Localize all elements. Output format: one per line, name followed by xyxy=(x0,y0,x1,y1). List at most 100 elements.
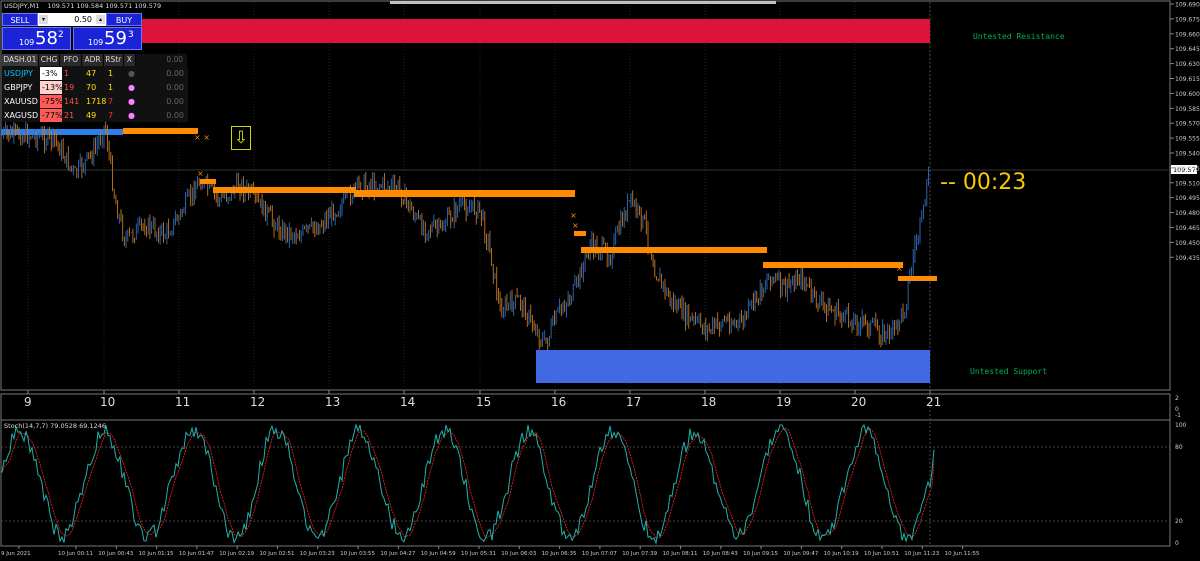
level-line xyxy=(898,276,937,281)
day-label: 13 xyxy=(325,395,340,409)
ohlc-values: 109.571 109.584 109.571 109.579 xyxy=(47,2,162,10)
resistance-label: Untested Resistance xyxy=(973,32,1065,41)
stoch-level-label: 80 xyxy=(1175,444,1183,451)
day-label: 20 xyxy=(851,395,866,409)
chart-header: USDJPY,M1 109.571 109.584 109.571 109.57… xyxy=(4,2,161,10)
time-axis: 9 Jun 2021 10 Jun 00:11 10 Jun 00:43 10 Jun… xyxy=(1,546,980,557)
stoch-level-label: 0 xyxy=(1175,540,1179,547)
time-label: 10 Jun 00:43 xyxy=(98,551,133,557)
lot-increase-icon[interactable]: ▴ xyxy=(96,15,105,24)
price-label: 109.690 xyxy=(1175,2,1200,9)
stoch-axis: 100 80 20 0 xyxy=(1175,422,1187,547)
price-label: 109.495 xyxy=(1175,195,1200,202)
buy-price-button[interactable]: 109 59 3 xyxy=(73,27,142,50)
buy-price-sup: 3 xyxy=(128,30,134,40)
dashboard-row[interactable]: XAGUSD -77% 21 49 7 ● 0.00 xyxy=(2,108,188,122)
buy-button[interactable]: BUY xyxy=(106,13,142,26)
dashboard-title: DASH.01 xyxy=(2,54,39,66)
header-rstr[interactable]: RStr xyxy=(103,54,124,66)
price-label: 109.510 xyxy=(1175,180,1200,187)
price-label: 109.585 xyxy=(1175,106,1200,113)
buy-price-prefix: 109 xyxy=(88,38,104,47)
dashboard-cell-pfo: 141 xyxy=(62,95,84,108)
dashboard-rows: USDJPY -3% 1 47 1 ● 0.00 GBPJPY -13% 19 70 1 ● 0.00 XA… xyxy=(2,66,188,122)
price-label: 109.540 xyxy=(1175,151,1200,158)
price-label: 109.615 xyxy=(1175,76,1200,83)
resistance-zone xyxy=(141,19,930,43)
level-marker: × × xyxy=(194,133,210,142)
sell-price-button[interactable]: 109 58 2 xyxy=(2,27,71,50)
support-zone xyxy=(536,350,930,383)
price-label: 109.450 xyxy=(1175,240,1200,247)
day-label: 19 xyxy=(776,395,791,409)
day-label: 17 xyxy=(626,395,641,409)
dashboard-cell-chg: -13% xyxy=(40,81,62,94)
sell-button[interactable]: SELL xyxy=(2,13,38,26)
price-label: 109.675 xyxy=(1175,16,1200,23)
day-label: 10 xyxy=(100,395,115,409)
chart-scrollbar[interactable] xyxy=(390,1,776,4)
time-label: 10 Jun 01:15 xyxy=(139,551,174,557)
separator-label: -1 xyxy=(1175,412,1181,419)
dashboard-header: DASH.01 CHG PFO ADR RStr X 0.00 xyxy=(2,54,189,66)
price-label: 109.630 xyxy=(1175,61,1200,68)
dashboard-cell-symbol: USDJPY xyxy=(2,67,40,80)
dashboard-cell-rstr: 1 xyxy=(106,81,126,94)
time-label: 10 Jun 05:31 xyxy=(461,551,496,557)
stoch-level-label: 20 xyxy=(1175,518,1183,525)
dashboard-panel: DASH.01 CHG PFO ADR RStr X 0.00 USDJPY -3… xyxy=(2,54,189,122)
dashboard-row[interactable]: GBPJPY -13% 19 70 1 ● 0.00 xyxy=(2,80,188,94)
dashboard-cell-value: 0.00 xyxy=(138,95,188,108)
time-label: 10 Jun 04:59 xyxy=(421,551,456,557)
price-label: 109.645 xyxy=(1175,46,1200,53)
dashboard-cell-symbol: XAGUSD xyxy=(2,109,40,122)
dashboard-cell-x: ● xyxy=(126,67,138,80)
level-line xyxy=(213,187,356,193)
dashboard-cell-rstr: 7 xyxy=(106,109,126,122)
level-line xyxy=(763,262,903,268)
price-label: 109.480 xyxy=(1175,210,1200,217)
time-label: 10 Jun 02:19 xyxy=(219,551,254,557)
day-label: 15 xyxy=(476,395,491,409)
price-label: 109.525 xyxy=(1175,165,1200,172)
price-label: 109.555 xyxy=(1175,136,1200,143)
down-arrow-icon: ⇩ xyxy=(231,126,251,150)
time-label: 10 Jun 06:03 xyxy=(501,551,536,557)
level-lines: × × × × × × xyxy=(123,128,937,281)
time-label: 10 Jun 08:11 xyxy=(663,551,698,557)
dashboard-cell-adr: 47 xyxy=(84,67,106,80)
time-label: 10 Jun 10:19 xyxy=(824,551,859,557)
level-marker: × xyxy=(197,169,204,178)
dashboard-cell-pfo: 21 xyxy=(62,109,84,122)
day-label: 16 xyxy=(551,395,566,409)
time-label: 10 Jun 09:47 xyxy=(783,551,818,557)
dashboard-cell-pfo: 1 xyxy=(62,67,84,80)
stochastic-label: Stoch(14,7,7) 79.0528 69.1246 xyxy=(4,422,106,430)
separator-axis: 20-1 xyxy=(1175,395,1181,419)
price-label: 109.465 xyxy=(1175,225,1200,232)
dashboard-cell-adr: 70 xyxy=(84,81,106,94)
header-adr[interactable]: ADR xyxy=(82,54,104,66)
time-label: 10 Jun 07:39 xyxy=(622,551,657,557)
dashboard-cell-rstr: 1 xyxy=(106,67,126,80)
dashboard-cell-rstr: 7 xyxy=(106,95,126,108)
header-chg[interactable]: CHG xyxy=(38,54,61,66)
dashboard-cell-chg: -3% xyxy=(40,67,62,80)
level-marker: × xyxy=(896,264,903,273)
time-label: 10 Jun 00:11 xyxy=(58,551,93,557)
sell-price-sup: 2 xyxy=(58,30,64,40)
lot-decrease-icon[interactable]: ▾ xyxy=(39,15,48,24)
day-label: 12 xyxy=(250,395,265,409)
day-label: 18 xyxy=(701,395,716,409)
dashboard-cell-symbol: GBPJPY xyxy=(2,81,40,94)
header-pfo[interactable]: PFO xyxy=(60,54,83,66)
dashboard-cell-pfo: 19 xyxy=(62,81,84,94)
time-label: 10 Jun 01:47 xyxy=(179,551,214,557)
stochastic-panel-frame xyxy=(0,419,1171,547)
header-close[interactable]: X xyxy=(123,54,136,66)
dashboard-row[interactable]: USDJPY -3% 1 47 1 ● 0.00 xyxy=(2,66,188,80)
time-label: 10 Jun 08:43 xyxy=(703,551,738,557)
dashboard-row[interactable]: XAUUSD -75% 141 1718 7 ● 0.00 xyxy=(2,94,188,108)
buy-price-big: 59 xyxy=(104,28,127,49)
time-label: 9 Jun 2021 xyxy=(1,551,31,557)
